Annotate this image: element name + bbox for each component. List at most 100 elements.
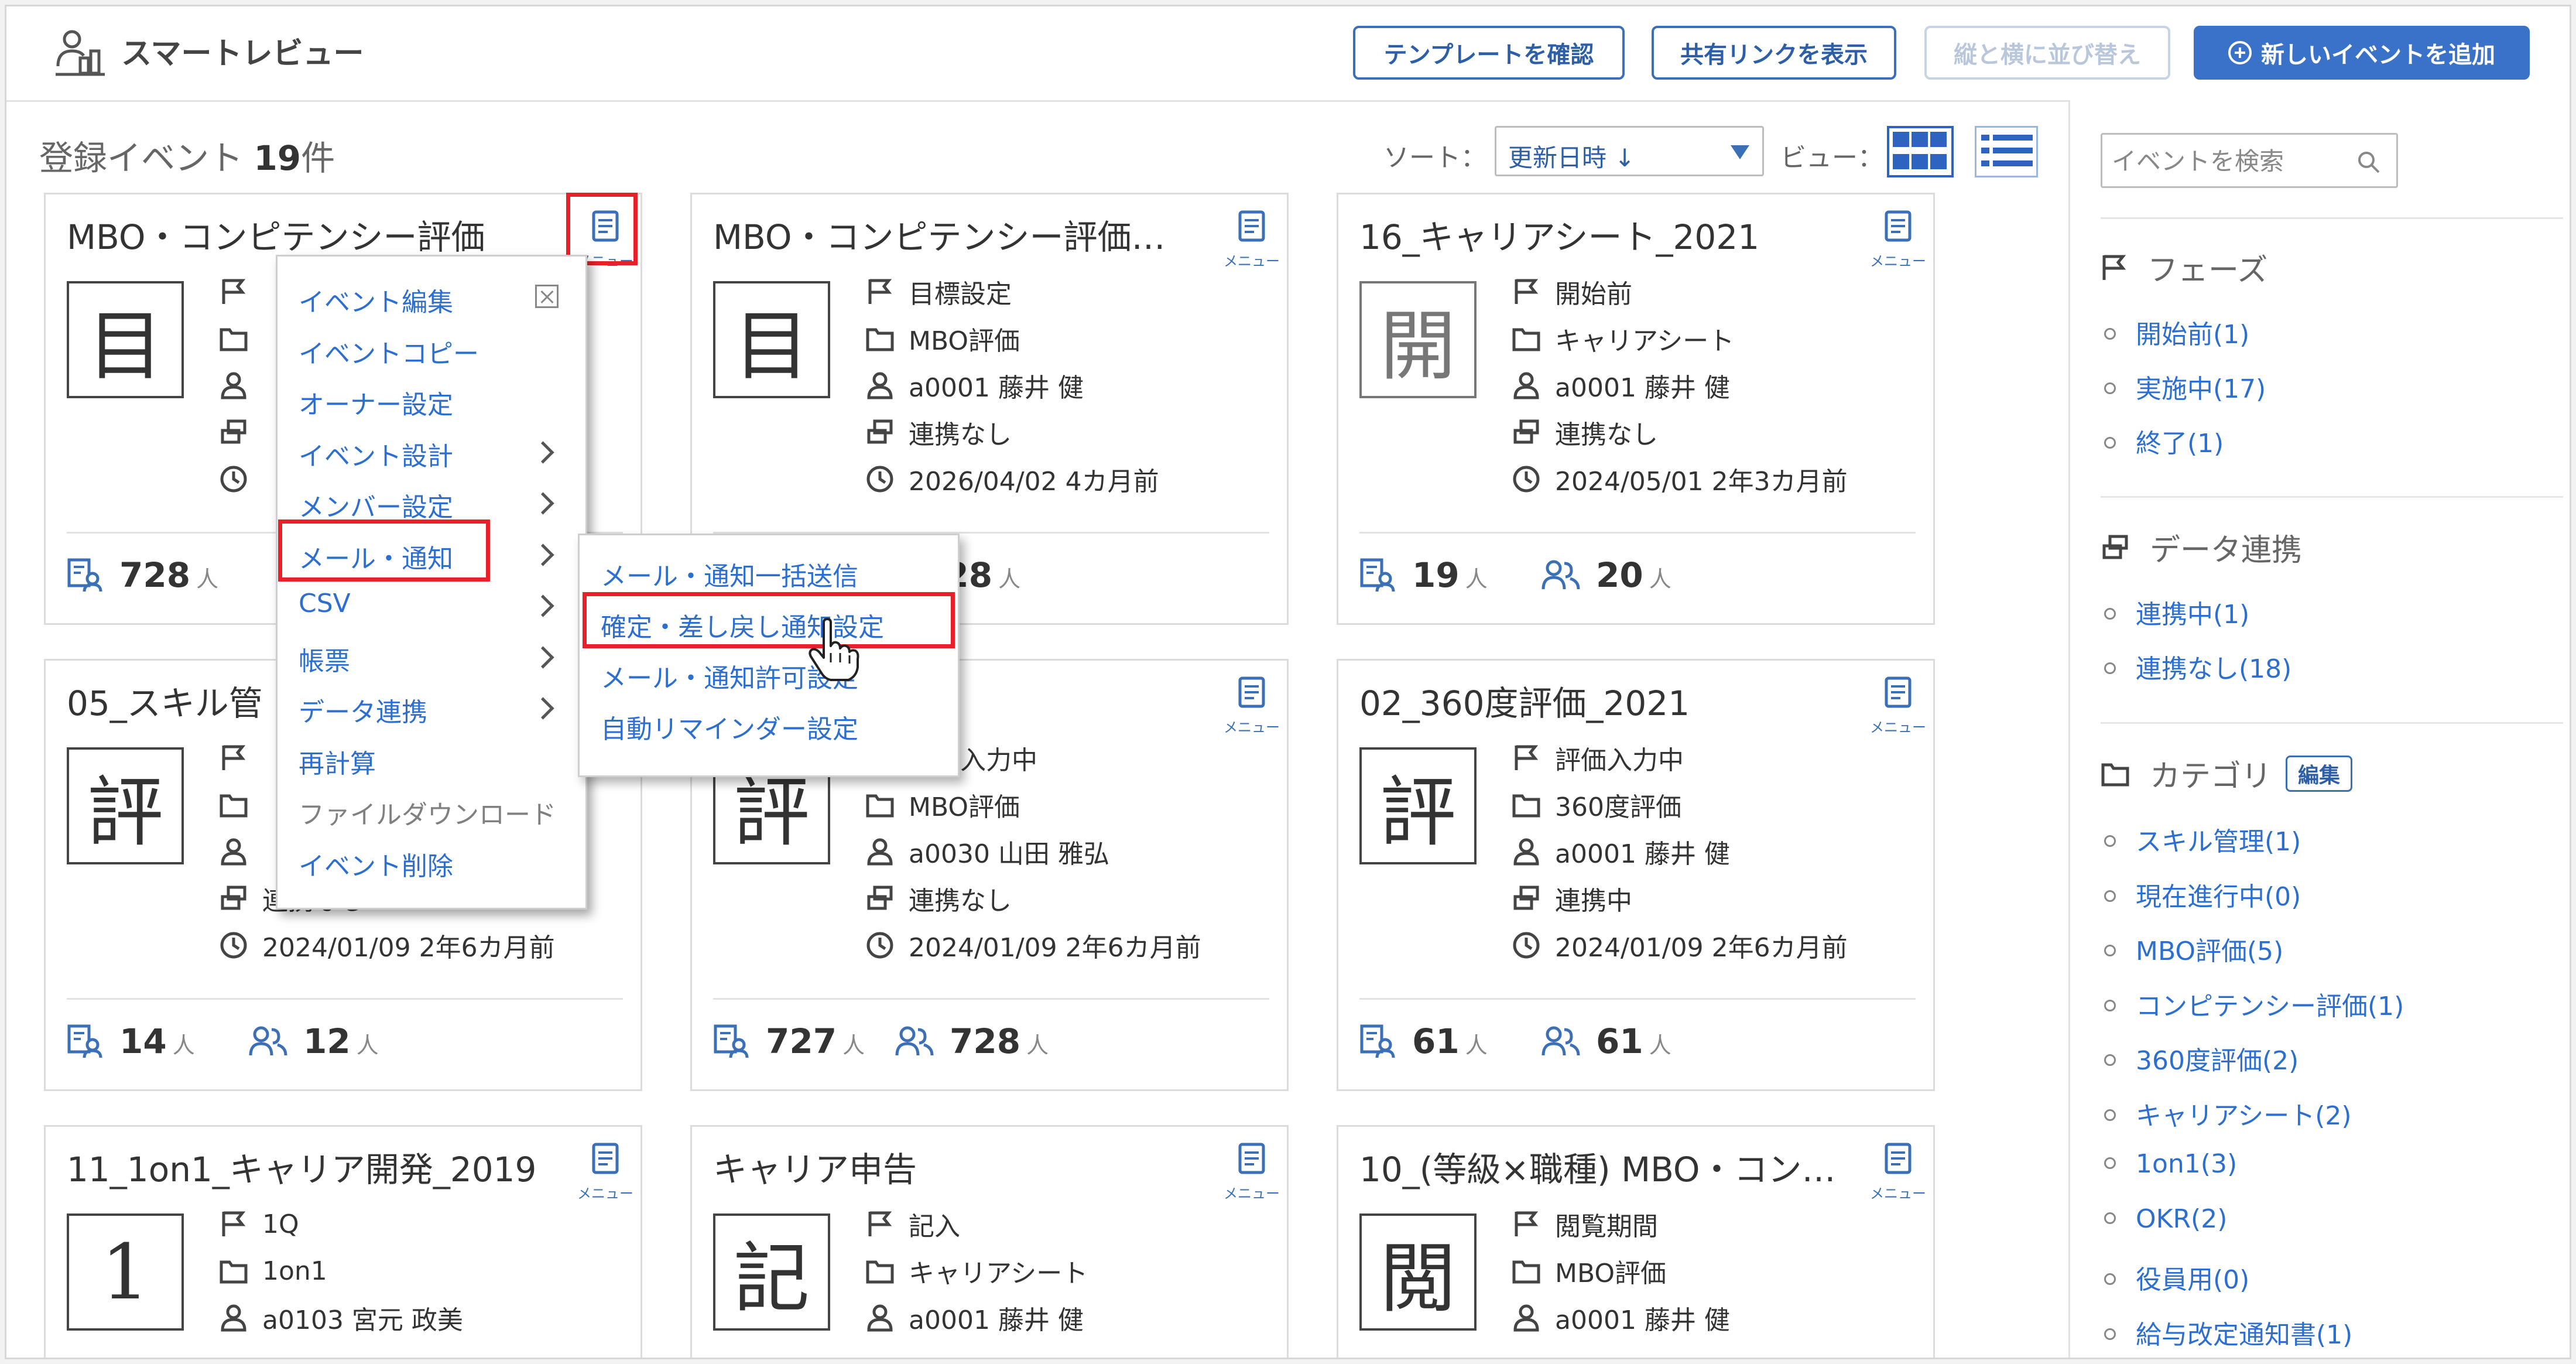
category-edit-button[interactable]: 編集 <box>2286 755 2353 792</box>
submenu-item[interactable]: 自動リマインダー設定 <box>601 708 858 746</box>
person-unit: 人 <box>1649 566 1671 592</box>
app-title: スマートレビュー <box>121 36 364 71</box>
clock-icon <box>220 466 247 493</box>
sidebar-filter-item[interactable]: 終了(1) <box>2104 422 2224 460</box>
clock-icon <box>866 932 893 959</box>
person-unit: 人 <box>196 566 219 592</box>
context-menu-item[interactable]: 再計算 <box>299 743 376 780</box>
event-phase: 閲覧期間 <box>1555 1212 1658 1242</box>
sidebar-filter-item[interactable]: 360度評価(2) <box>2104 1040 2298 1077</box>
sidebar-filter-item[interactable]: 連携なし(18) <box>2104 648 2291 685</box>
sidebar-filter-item[interactable]: 給与改定通知書(1) <box>2104 1314 2352 1351</box>
sidebar-filter-item[interactable]: スキル管理(1) <box>2104 821 2301 858</box>
event-card-title[interactable]: キャリア申告 <box>713 1142 1193 1191</box>
event-phase: 開始前 <box>1555 279 1632 309</box>
menu-document-icon <box>1885 210 1912 242</box>
person-icon <box>1513 1304 1539 1332</box>
sidebar-filter-item[interactable]: 連携中(1) <box>2104 593 2249 631</box>
event-card-title[interactable]: 02_360度評価_2021 <box>1359 676 1839 725</box>
context-menu-item[interactable]: イベント編集 <box>299 281 453 319</box>
event-date: 2026/04/02 4カ月前 <box>909 467 1159 497</box>
menu-document-icon <box>1238 676 1265 708</box>
event-date-row: 2024/01/09 2年6カ月前 <box>219 928 555 963</box>
menu-document-icon <box>1238 210 1265 242</box>
target-list-icon <box>67 1024 102 1058</box>
person-icon <box>221 1304 246 1332</box>
context-menu-item[interactable]: イベント削除 <box>299 845 453 883</box>
sidebar-filter-item[interactable]: 実施中(17) <box>2104 368 2266 405</box>
event-card-title[interactable]: 16_キャリアシート_2021 <box>1359 210 1839 259</box>
sidebar-filter-item[interactable]: キャリアシート(2) <box>2104 1095 2352 1132</box>
grid-view-button[interactable] <box>1887 126 1954 177</box>
event-search-input[interactable] <box>2111 142 2347 180</box>
target-count: 728 人 <box>67 552 218 595</box>
event-owner-row: a0001 藤井 健 <box>1512 834 1730 869</box>
event-card-title[interactable]: MBO・コンピテンシー評価〜… <box>713 210 1193 259</box>
view-template-button[interactable]: テンプレートを確認 <box>1353 26 1625 80</box>
card-menu-button[interactable]: メニュー <box>1868 670 1928 736</box>
event-card[interactable]: 10_(等級×職種) MBO・コン… メニュー 閲 閲覧期間 MBO評価 a00… <box>1337 1125 1935 1358</box>
sidebar-filter-item[interactable]: MBO評価(5) <box>2104 930 2283 968</box>
sidebar-filter-item[interactable]: 1on1(3) <box>2104 1149 2237 1179</box>
event-card[interactable]: 16_キャリアシート_2021 メニュー 開 開始前 キャリアシート a0001… <box>1337 193 1935 625</box>
sort-label: ソート： <box>1383 143 1486 173</box>
context-menu-item[interactable]: データ連携 <box>299 691 427 729</box>
event-phase-row: 1Q <box>219 1206 299 1242</box>
event-category: キャリアシート <box>909 1259 1088 1288</box>
context-menu-item[interactable]: ファイルダウンロード <box>299 794 556 831</box>
event-owner-row: a0030 山田 雅弘 <box>865 834 1109 869</box>
event-date-row: 2026/04/02 4カ月前 <box>865 461 1159 497</box>
context-menu-item[interactable]: CSV <box>299 589 351 618</box>
event-card[interactable]: 02_360度評価_2021 メニュー 評 評価入力中 360度評価 a0001… <box>1337 659 1935 1091</box>
sidebar-filter-item[interactable]: OKR(2) <box>2104 1204 2227 1234</box>
event-card-title[interactable]: 10_(等級×職種) MBO・コン… <box>1359 1142 1839 1191</box>
event-search-box[interactable] <box>2101 133 2398 188</box>
event-card[interactable]: 11_1on1_キャリア開発_2019 メニュー 1 1Q 1on1 a0103… <box>44 1125 642 1358</box>
card-menu-button[interactable]: メニュー <box>1221 204 1282 269</box>
close-icon[interactable] <box>535 285 559 308</box>
sidebar-filter-item[interactable]: 現在進行中(0) <box>2104 876 2301 913</box>
event-date-row: 2024/01/09 2年6カ月前 <box>865 928 1201 963</box>
show-share-link-button[interactable]: 共有リンクを表示 <box>1652 26 1896 80</box>
list-view-button[interactable] <box>1975 126 2038 177</box>
flag-icon <box>222 745 246 770</box>
event-date: 2024/01/09 2年6カ月前 <box>1555 933 1848 963</box>
event-count-label: 登録イベント <box>39 138 244 178</box>
add-event-button[interactable]: 新しいイベントを追加 <box>2194 26 2530 80</box>
event-kanji-thumbnail: 閲 <box>1359 1213 1477 1331</box>
context-menu-item[interactable]: イベント設計 <box>299 435 453 473</box>
sort-value: 更新日時 ↓ <box>1508 143 1635 172</box>
menu-document-icon <box>592 1143 619 1174</box>
context-menu-item[interactable]: 帳票 <box>299 640 350 678</box>
context-menu-item[interactable]: メンバー設定 <box>299 486 453 524</box>
sidebar-filter-item[interactable]: 開始前(1) <box>2104 313 2249 351</box>
event-kanji-thumbnail: 目 <box>713 281 830 398</box>
card-menu-button[interactable]: メニュー <box>1221 670 1282 736</box>
folder-icon <box>2101 763 2129 786</box>
event-card-title[interactable]: MBO・コンピテンシー評価 <box>67 210 547 259</box>
event-owner-row: a0103 宮元 政美 <box>219 1300 463 1335</box>
person-unit: 人 <box>1465 1033 1488 1058</box>
event-link: 連携なし <box>909 420 1012 450</box>
submenu-item[interactable]: メール・通知一括送信 <box>601 555 858 593</box>
member-count-value: 61 <box>1596 1021 1643 1061</box>
event-card-title[interactable]: 11_1on1_キャリア開発_2019 <box>67 1142 547 1191</box>
person-unit: 人 <box>356 1033 379 1058</box>
sort-select[interactable]: 更新日時 ↓ <box>1495 126 1764 176</box>
folder-icon <box>1512 1260 1540 1284</box>
event-owner-row: a0001 藤井 健 <box>1512 1300 1730 1335</box>
event-kanji-thumbnail: 1 <box>67 1213 184 1331</box>
highlight-confirm-return-setting <box>583 592 955 648</box>
sidebar-filter-item[interactable]: コンピテンシー評価(1) <box>2104 985 2404 1023</box>
event-kanji-thumbnail: 記 <box>713 1213 830 1331</box>
event-card[interactable]: キャリア申告 メニュー 記 記入 キャリアシート a0001 藤井 健 <box>690 1125 1289 1358</box>
rearrange-button[interactable]: 縦と横に並び替え <box>1924 26 2170 80</box>
card-menu-button[interactable]: メニュー <box>1221 1136 1282 1202</box>
sidebar-filter-item[interactable]: 役員用(0) <box>2104 1259 2249 1296</box>
card-menu-button[interactable]: メニュー <box>575 1136 636 1202</box>
context-menu-item[interactable]: オーナー設定 <box>299 384 453 421</box>
context-menu-item[interactable]: イベントコピー <box>299 333 479 370</box>
chevron-right-icon <box>532 594 554 617</box>
card-menu-button[interactable]: メニュー <box>1868 204 1928 269</box>
card-menu-button[interactable]: メニュー <box>1868 1136 1928 1202</box>
